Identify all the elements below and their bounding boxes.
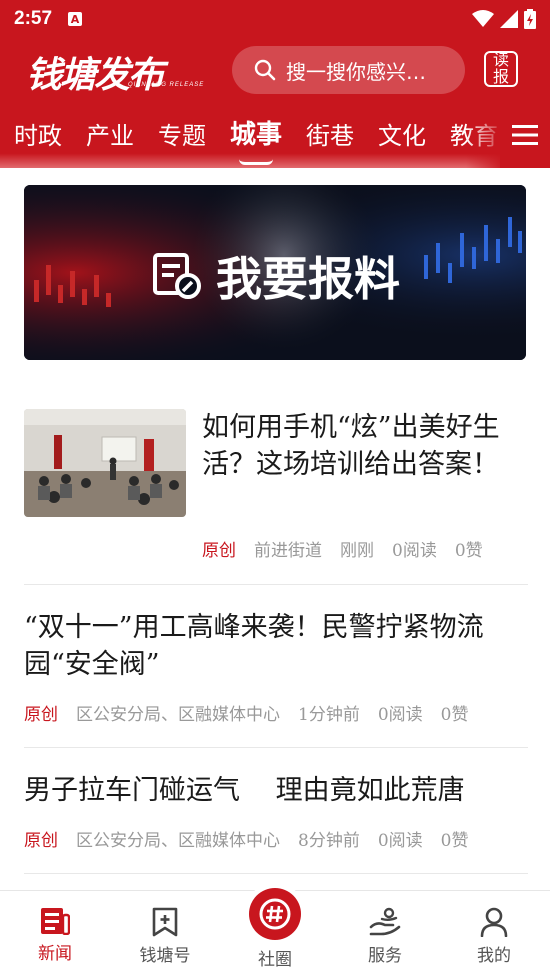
- service-icon: [369, 907, 401, 936]
- nav-services-label: 服务: [368, 946, 402, 966]
- hashtag-icon: [259, 898, 291, 930]
- news-time: 8分钟前: [298, 831, 360, 851]
- notification-icon: A: [68, 12, 83, 26]
- app-logo-subtitle: QIANTANG RELEASE: [128, 82, 205, 88]
- nav-qiantang-account[interactable]: 钱塘号: [125, 907, 205, 966]
- news-tag: 原创: [202, 541, 236, 561]
- news-source: 区公安分局、区融媒体中心: [76, 705, 280, 725]
- news-reads: 0阅读: [377, 705, 423, 725]
- tab-politics[interactable]: 时政: [14, 116, 62, 151]
- news-item[interactable]: “双十一”用工高峰来袭！民警拧紧物流园“安全阀” 原创 区公安分局、区融媒体中心…: [24, 609, 528, 725]
- app-header: 钱塘发布 QIANTANG RELEASE 搜一搜你感兴… 读报: [0, 38, 550, 102]
- divider: [24, 873, 528, 874]
- bookmark-plus-icon: [152, 907, 178, 937]
- search-bar[interactable]: 搜一搜你感兴…: [232, 46, 465, 94]
- banner-title: 我要报料: [216, 252, 400, 306]
- banner-title-group: 我要报料: [152, 243, 400, 309]
- category-tabs: 时政 产业 专题 城事 街巷 文化 教育: [0, 102, 550, 168]
- profile-icon: [480, 907, 508, 937]
- news-reads: 0阅读: [377, 831, 423, 851]
- hamburger-icon: [512, 125, 538, 145]
- search-placeholder: 搜一搜你感兴…: [286, 59, 426, 84]
- news-source: 区公安分局、区融媒体中心: [76, 831, 280, 851]
- divider: [24, 747, 528, 748]
- wifi-icon: [472, 10, 494, 27]
- news-source: 前进街道: [254, 541, 322, 561]
- tab-list: 时政 产业 专题 城事 街巷 文化 教育: [14, 114, 498, 165]
- status-time: 2:57: [14, 8, 53, 29]
- nav-services[interactable]: 服务: [345, 907, 425, 966]
- app-logo: 钱塘发布: [26, 54, 164, 96]
- bottom-nav: 新闻 钱塘号 社圈 服务 我的: [0, 888, 550, 979]
- active-tab-indicator: [239, 159, 273, 165]
- news-tag: 原创: [24, 705, 58, 725]
- status-bar: 2:57 A: [0, 0, 550, 38]
- menu-button[interactable]: [500, 102, 550, 168]
- report-edit-icon: [153, 253, 201, 299]
- news-item[interactable]: 男子拉车门碰运气 理由竟如此荒唐 原创 区公安分局、区融媒体中心 8分钟前 0阅…: [24, 772, 528, 852]
- status-icons: [472, 9, 536, 29]
- nav-news[interactable]: 新闻: [15, 907, 95, 964]
- report-banner[interactable]: 我要报料: [24, 185, 526, 360]
- nav-profile[interactable]: 我的: [454, 907, 534, 966]
- nav-qiantang-account-label: 钱塘号: [139, 946, 191, 966]
- news-title[interactable]: 如何用手机“炫”出美好生活？这场培训给出答案！: [202, 409, 512, 483]
- nav-community-label[interactable]: 社圈: [235, 945, 315, 970]
- news-time: 刚刚: [340, 541, 374, 561]
- read-newspaper-button[interactable]: 读报: [484, 51, 518, 87]
- tab-city-affairs[interactable]: 城事: [230, 114, 283, 165]
- divider: [24, 584, 528, 585]
- battery-icon: [524, 9, 536, 29]
- tab-topics[interactable]: 专题: [158, 116, 206, 151]
- news-meta: 原创 前进街道 刚刚 0阅读 0赞: [202, 536, 483, 561]
- news-title[interactable]: “双十一”用工高峰来袭！民警拧紧物流园“安全阀”: [24, 609, 528, 683]
- news-thumbnail[interactable]: [24, 409, 186, 517]
- news-likes: 0赞: [454, 541, 483, 561]
- news-item[interactable]: 如何用手机“炫”出美好生活？这场培训给出答案！ 原创 前进街道 刚刚 0阅读 0…: [24, 409, 528, 569]
- training-photo: [24, 409, 186, 517]
- news-meta: 原创 区公安分局、区融媒体中心 1分钟前 0阅读 0赞: [24, 700, 468, 725]
- news-title[interactable]: 男子拉车门碰运气 理由竟如此荒唐: [24, 772, 528, 809]
- nav-news-label: 新闻: [38, 944, 72, 964]
- news-reads: 0阅读: [392, 541, 437, 561]
- nav-community-button[interactable]: [249, 888, 301, 940]
- tab-culture[interactable]: 文化: [378, 116, 426, 151]
- news-icon: [41, 908, 70, 935]
- news-meta: 原创 区公安分局、区融媒体中心 8分钟前 0阅读 0赞: [24, 826, 468, 851]
- tab-city-affairs-label: 城事: [230, 120, 283, 150]
- tab-streets[interactable]: 街巷: [306, 116, 354, 151]
- news-tag: 原创: [24, 831, 58, 851]
- news-likes: 0赞: [440, 831, 469, 851]
- signal-icon: [500, 10, 518, 28]
- nav-profile-label: 我的: [477, 946, 511, 966]
- search-icon: [254, 59, 276, 81]
- news-likes: 0赞: [440, 705, 469, 725]
- tab-industry[interactable]: 产业: [86, 116, 134, 151]
- news-time: 1分钟前: [298, 705, 360, 725]
